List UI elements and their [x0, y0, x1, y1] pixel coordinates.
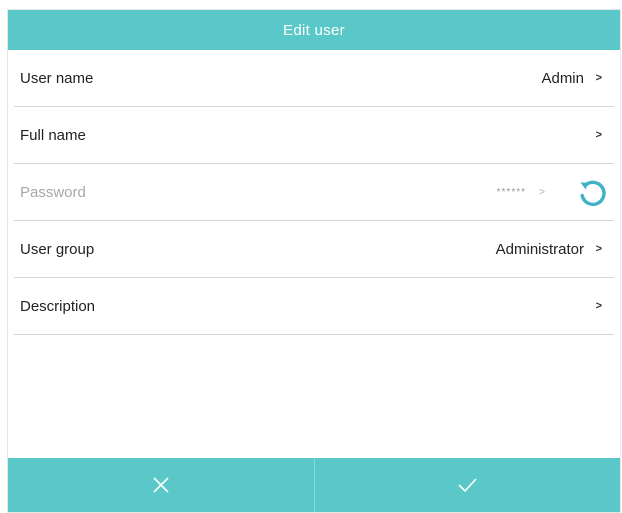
edit-user-dialog: Edit user User name Admin > Full name > … — [7, 9, 621, 513]
user-name-value: Admin — [541, 69, 584, 87]
chevron-right-icon: > — [539, 186, 545, 198]
user-name-row[interactable]: User name Admin > — [14, 50, 614, 107]
password-row: Password ****** > — [14, 164, 614, 221]
user-group-value: Administrator — [495, 240, 584, 258]
field-list: User name Admin > Full name > Password *… — [8, 50, 620, 335]
reset-icon[interactable] — [576, 176, 610, 210]
check-icon — [458, 478, 477, 493]
full-name-label: Full name — [20, 126, 86, 144]
password-value: ****** — [496, 186, 526, 198]
full-name-row[interactable]: Full name > — [14, 107, 614, 164]
user-group-row[interactable]: User group Administrator > — [14, 221, 614, 278]
user-group-label: User group — [20, 240, 95, 258]
dialog-title: Edit user — [283, 21, 345, 39]
description-row[interactable]: Description > — [14, 278, 614, 335]
user-name-label: User name — [20, 69, 94, 87]
chevron-right-icon: > — [595, 300, 602, 312]
cancel-button[interactable] — [8, 458, 314, 512]
chevron-right-icon: > — [595, 72, 602, 84]
confirm-button[interactable] — [315, 458, 621, 512]
chevron-right-icon: > — [595, 129, 602, 141]
close-icon — [153, 477, 169, 493]
chevron-right-icon: > — [595, 243, 602, 255]
dialog-header: Edit user — [8, 10, 620, 50]
description-label: Description — [20, 297, 96, 315]
dialog-footer — [8, 458, 620, 512]
